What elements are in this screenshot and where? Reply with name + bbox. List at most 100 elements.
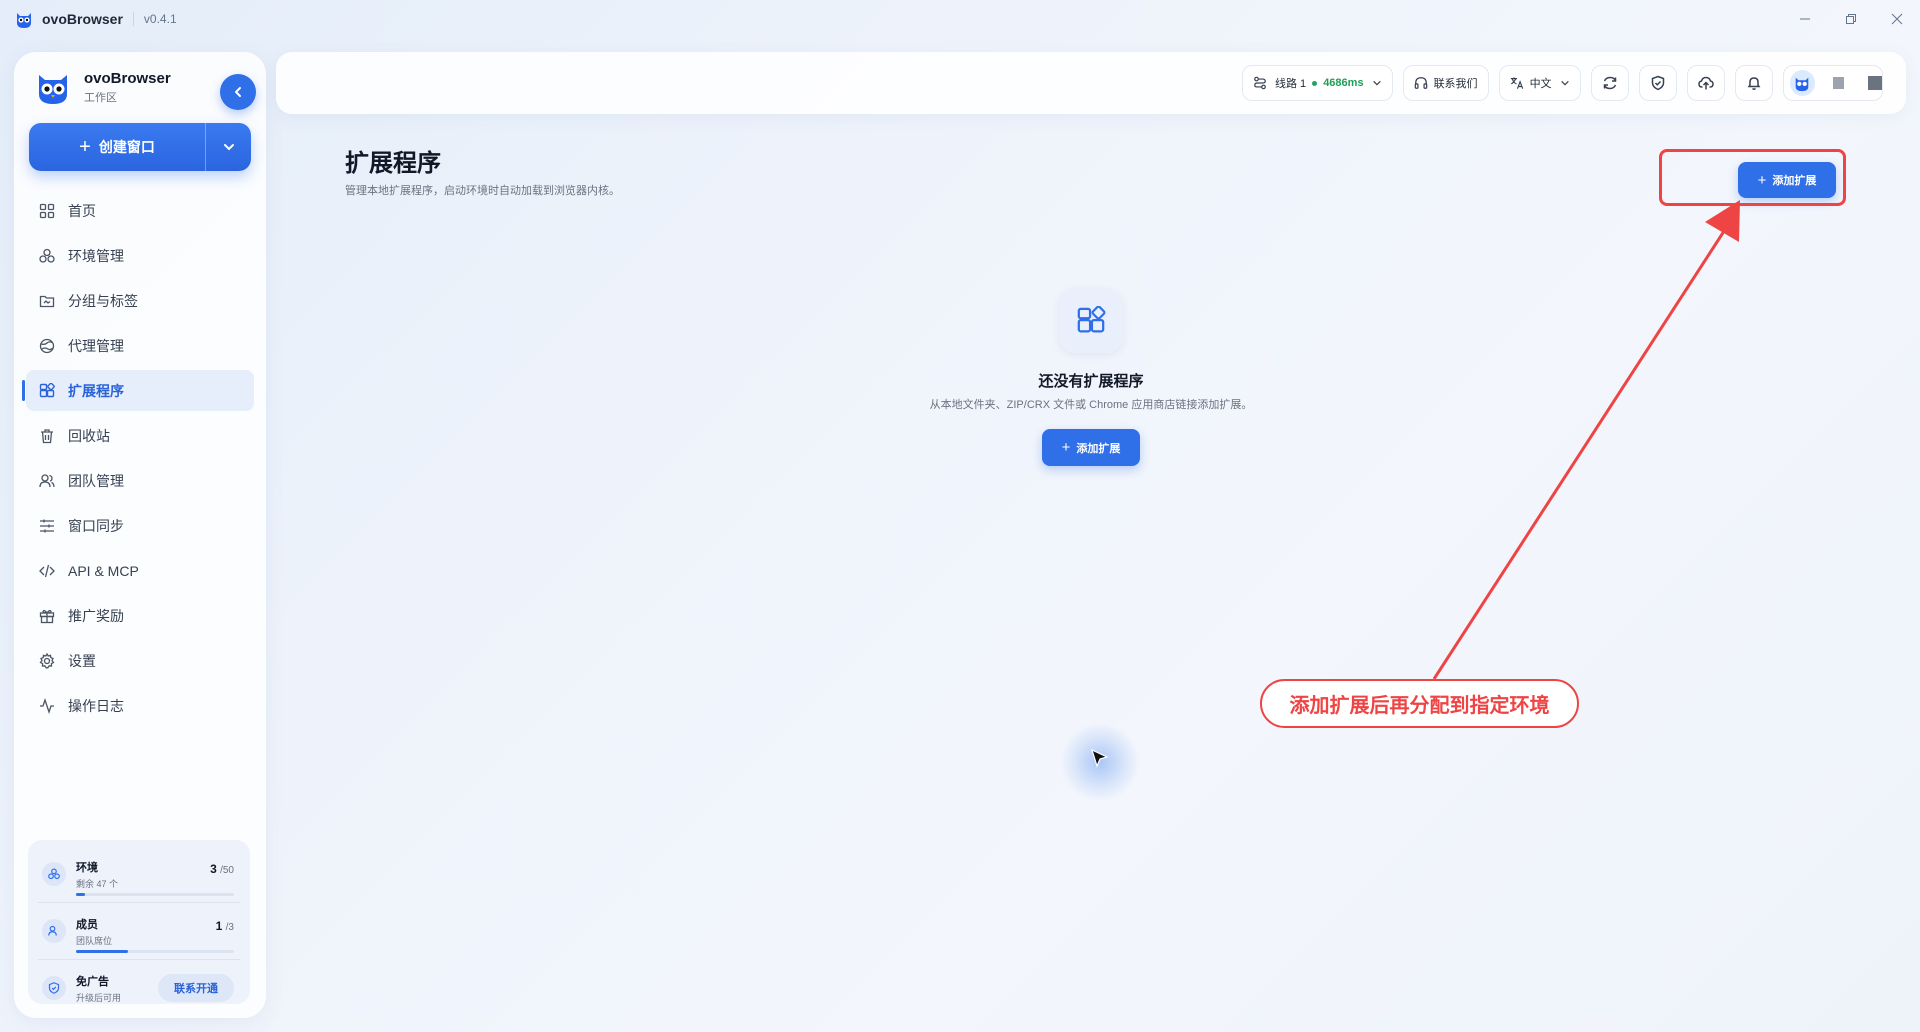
cluster-icon [38, 247, 56, 265]
users-icon [42, 919, 66, 943]
create-window-label: 创建窗口 [98, 139, 155, 155]
title-divider [132, 12, 134, 26]
puzzle-icon [1077, 306, 1106, 333]
sidebar-item-label: 回收站 [68, 427, 110, 444]
usage-title: 免广告 [76, 975, 109, 988]
user-profile-menu[interactable] [1782, 65, 1883, 101]
sidebar-item-api-mcp[interactable]: API & MCP [26, 550, 254, 591]
close-window-button[interactable] [1874, 0, 1920, 38]
empty-state-title: 还没有扩展程序 [1038, 373, 1144, 390]
sidebar-item-label: 操作日志 [68, 697, 124, 714]
refresh-button[interactable] [1590, 65, 1629, 101]
chevron-down-icon [1560, 80, 1569, 86]
translate-icon [1510, 77, 1523, 89]
route-icon [1254, 76, 1266, 90]
sidebar-item-operation-log[interactable]: 操作日志 [26, 685, 254, 726]
sidebar-item-label: 推广奖励 [68, 607, 124, 624]
chevron-down-icon [223, 144, 234, 151]
sidebar-nav: 首页 环境管理 分组与标签 代理管理 扩展程序 回收站 团队管理 窗口同步 AP… [22, 190, 254, 730]
usage-title: 环境 [76, 861, 98, 874]
top-bar-actions: 线路 1 4686ms 联系我们 中文 [1242, 65, 1883, 101]
chevron-left-icon [235, 87, 241, 97]
language-label: 中文 [1529, 78, 1552, 90]
sidebar-item-extensions[interactable]: 扩展程序 [22, 370, 254, 411]
restore-button[interactable] [1828, 0, 1874, 38]
sidebar-item-environments[interactable]: 环境管理 [26, 235, 254, 276]
sidebar-item-label: 设置 [68, 652, 96, 669]
top-bar: 线路 1 4686ms 联系我们 中文 [276, 52, 1906, 114]
folder-icon [38, 292, 56, 310]
window-controls [1782, 0, 1920, 38]
sidebar-item-team[interactable]: 团队管理 [26, 460, 254, 501]
globe-icon [38, 337, 56, 355]
page-title: 扩展程序 [345, 150, 441, 177]
route-selector[interactable]: 线路 1 4686ms [1242, 65, 1393, 101]
usage-progress-fill [76, 893, 86, 896]
usage-count-value: 1 [215, 919, 223, 933]
sidebar-item-groups[interactable]: 分组与标签 [26, 280, 254, 321]
usage-count: 1 /3 [216, 919, 234, 933]
workspace-label: 工作区 [84, 91, 117, 104]
create-window-button[interactable]: + 创建窗口 [29, 123, 205, 171]
create-window-button-group: + 创建窗口 [29, 123, 251, 171]
empty-state-icon [1059, 289, 1123, 353]
security-button[interactable] [1638, 65, 1677, 101]
sidebar-item-proxy[interactable]: 代理管理 [26, 325, 254, 366]
sidebar-item-trash[interactable]: 回收站 [26, 415, 254, 456]
sidebar-item-label: 首页 [68, 202, 96, 219]
language-selector[interactable]: 中文 [1498, 65, 1581, 101]
minimize-button[interactable] [1782, 0, 1828, 38]
usage-ad-free: 免广告 升级后可用 联系开通 [38, 964, 240, 1012]
sidebar-item-settings[interactable]: 设置 [26, 640, 254, 681]
chevron-down-icon [1372, 80, 1381, 86]
status-dot [1312, 80, 1318, 86]
usage-progress-bar [76, 950, 234, 953]
sidebar-item-label: 团队管理 [68, 472, 124, 489]
shield-icon [42, 976, 66, 1000]
sidebar-item-home[interactable]: 首页 [26, 190, 254, 231]
plus-icon: + [79, 135, 91, 158]
users-icon [38, 472, 56, 490]
owl-logo-icon [39, 75, 67, 104]
usage-subtitle: 升级后可用 [76, 992, 122, 1003]
cloud-sync-button[interactable] [1686, 65, 1725, 101]
gift-icon [38, 607, 56, 625]
notifications-button[interactable] [1734, 65, 1773, 101]
collapse-sidebar-button[interactable] [220, 74, 256, 110]
title-bar: ovoBrowser v0.4.1 [0, 0, 1920, 38]
sidebar-item-window-sync[interactable]: 窗口同步 [26, 505, 254, 546]
cluster-icon [42, 862, 66, 886]
sidebar-item-referral[interactable]: 推广奖励 [26, 595, 254, 636]
usage-count-value: 3 [210, 862, 217, 876]
headset-icon [1414, 77, 1427, 89]
empty-state-description: 从本地文件夹、ZIP/CRX 文件或 Chrome 应用商店链接添加扩展。 [929, 399, 1253, 411]
usage-count: 3 /50 [210, 862, 234, 876]
add-extension-label: 添加扩展 [1076, 442, 1121, 455]
brand-name: ovoBrowser [84, 69, 171, 87]
empty-state-add-extension-button[interactable]: + 添加扩展 [1042, 429, 1140, 466]
refresh-icon [1603, 76, 1616, 90]
plus-icon: + [1061, 439, 1071, 456]
redacted-status [1868, 76, 1882, 90]
usage-subtitle: 剩余 47 个 [76, 878, 119, 889]
latency-value: 4686ms [1323, 77, 1364, 89]
sidebar-item-label: API & MCP [68, 562, 139, 579]
usage-members: 成员 团队席位 1 /3 [38, 907, 240, 955]
contact-upgrade-button[interactable]: 联系开通 [158, 974, 234, 1002]
usage-subtitle: 团队席位 [76, 935, 113, 946]
sliders-icon [38, 517, 56, 535]
sidebar-item-label: 分组与标签 [68, 292, 138, 309]
owl-avatar-icon [1795, 77, 1809, 92]
app-name: ovoBrowser [42, 11, 123, 27]
contact-us-label: 联系我们 [1433, 78, 1478, 90]
usage-panel: 环境 剩余 47 个 3 /50 成员 团队席位 1 /3 免广告 升级后可用 … [28, 840, 250, 1004]
brand: ovoBrowser 工作区 [34, 68, 171, 106]
contact-us-button[interactable]: 联系我们 [1402, 65, 1489, 101]
minimize-icon [1800, 18, 1810, 20]
annotation-label: 添加扩展后再分配到指定环境 [1260, 679, 1579, 728]
usage-count-total: /50 [220, 865, 234, 876]
sidebar-item-label: 扩展程序 [68, 382, 124, 399]
sidebar-item-label: 环境管理 [68, 247, 124, 264]
usage-progress-fill [76, 950, 129, 953]
create-window-dropdown[interactable] [205, 123, 251, 171]
